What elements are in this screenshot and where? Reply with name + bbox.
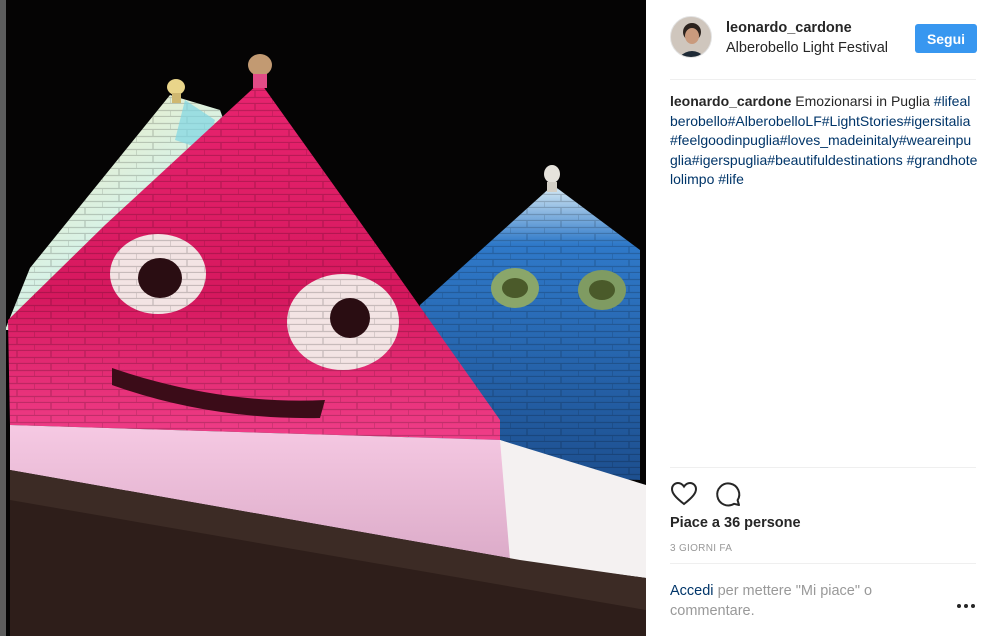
photo-edge <box>0 0 6 636</box>
post-image <box>0 0 646 636</box>
follow-button[interactable]: Segui <box>915 24 977 53</box>
likes-count[interactable]: Piace a 36 persone <box>670 515 801 531</box>
more-options-icon[interactable] <box>954 598 978 614</box>
location[interactable]: Alberobello Light Festival <box>726 40 906 56</box>
avatar-image <box>671 17 711 57</box>
comment-bubble-icon[interactable] <box>714 480 742 508</box>
avatar[interactable] <box>670 16 712 58</box>
login-link[interactable]: Accedi <box>670 583 714 599</box>
heart-icon[interactable] <box>670 480 698 508</box>
caption-text: Emozionarsi in Puglia <box>795 93 930 109</box>
divider <box>670 467 976 468</box>
divider <box>670 563 976 564</box>
divider <box>670 79 976 80</box>
post-header: leonardo_cardone Alberobello Light Festi… <box>646 0 1000 80</box>
username[interactable]: leonardo_cardone <box>726 20 852 36</box>
caption-username[interactable]: leonardo_cardone <box>670 93 791 109</box>
timestamp[interactable]: 3 GIORNI FA <box>670 543 732 554</box>
caption: leonardo_cardone Emozionarsi in Puglia #… <box>670 92 978 190</box>
login-prompt: Accedi per mettere "Mi piace" o commenta… <box>670 581 920 621</box>
post-photo[interactable] <box>0 0 646 636</box>
post-actions <box>670 480 976 508</box>
post-details-panel: leonardo_cardone Alberobello Light Festi… <box>646 0 1000 636</box>
